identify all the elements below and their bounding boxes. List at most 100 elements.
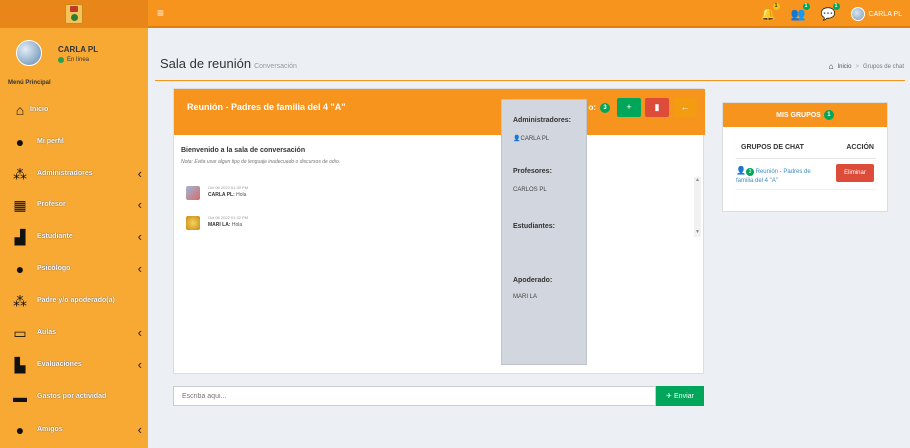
admins-value: CARLA PL — [520, 136, 550, 142]
my-groups-panel: MIS GRUPOS 1 GRUPOS DE CHAT ACCIÓN 👤 3 Re… — [722, 102, 888, 212]
student-icon: ▟ — [14, 229, 26, 245]
sidebar-item-padre-apoderado[interactable]: ⁂ Padre y/o apoderado(a) — [0, 291, 148, 315]
user-menu[interactable]: CARLA PL — [850, 7, 902, 21]
sidebar-item-label: Gastos por actividad — [37, 393, 107, 400]
sidebar-item-estudiante[interactable]: ▟ Estudiante ‹ — [0, 227, 148, 251]
chat-panel: Reunión - Padres de familia del 4 "A" o:… — [173, 88, 705, 374]
sidebar-item-label: Evaluaciones — [37, 361, 82, 368]
chat-message: Oct 06 2022 01:30 PM CARLA PL: Hola — [186, 185, 486, 201]
sidebar-item-label: Administradores — [37, 170, 93, 177]
scroll-down-icon[interactable]: ▼ — [695, 229, 700, 235]
sidebar-item-label: Estudiante — [37, 233, 73, 240]
admins-label: Administradores: — [513, 117, 571, 124]
trash-icon: ▮ — [654, 102, 660, 112]
online-dot-icon — [58, 57, 64, 63]
chevron-left-icon: ‹ — [137, 261, 142, 276]
groups-col-name: GRUPOS DE CHAT — [741, 144, 804, 151]
avatar — [850, 7, 865, 21]
sidebar-item-label: Inicio — [30, 106, 49, 113]
breadcrumb: ⌂ Inicio > Grupos de chat — [829, 62, 904, 71]
sidebar-item-gastos[interactable]: ▬ Gastos por actividad — [0, 387, 148, 411]
sidebar-item-evaluaciones[interactable]: ▙ Evaluaciones ‹ — [0, 355, 148, 379]
add-member-button[interactable]: + — [617, 98, 641, 117]
chat-icon[interactable]: 💬 1 — [821, 3, 840, 21]
requests-badge: 1 — [802, 3, 810, 10]
message-input-row: ✈Enviar — [173, 386, 704, 406]
page-title: Sala de reunión Conversación — [160, 56, 297, 71]
table-divider — [736, 189, 876, 190]
back-button[interactable]: ← — [673, 98, 697, 117]
home-icon: ⌂ — [828, 62, 834, 71]
menu-header: Menú Principal — [8, 80, 51, 86]
chevron-left-icon: ‹ — [137, 357, 142, 372]
guardian-list: MARI LA — [513, 294, 538, 300]
groups-title: MIS GRUPOS — [776, 111, 821, 119]
delete-chat-button[interactable]: ▮ — [645, 98, 669, 117]
message-body: Hola — [236, 192, 247, 198]
delete-group-button[interactable]: Eliminar — [836, 164, 874, 182]
top-navbar: ≡ 🔔 1 👥 1 💬 1 CARLA PL — [0, 0, 910, 28]
professor-icon: ▦ — [13, 197, 27, 213]
sidebar-item-label: Padre y/o apoderado(a) — [37, 297, 115, 304]
sidebar-item-label: Psicólogo — [37, 265, 71, 272]
breadcrumb-home[interactable]: Inicio — [837, 64, 851, 70]
page-subtitle: Conversación — [254, 63, 297, 70]
sidebar-item-label: Mi perfil — [37, 138, 64, 145]
message-text: CARLA PL: Hola — [208, 192, 246, 198]
members-count-badge[interactable]: 3 — [600, 102, 610, 113]
chat-tools: o: 3 + ▮ ← — [588, 98, 697, 117]
breadcrumb-separator: > — [855, 63, 859, 70]
chat-note: Nota: Evita usar algun tipo de lenguaje … — [181, 159, 340, 165]
sidebar-item-label: Profesor — [37, 201, 66, 208]
students-label: Estudiantes: — [513, 223, 556, 230]
app-logo[interactable] — [0, 0, 148, 28]
admins-list: 👤CARLA PL — [513, 135, 549, 142]
home-icon: ⌂ — [15, 102, 25, 118]
breadcrumb-current: Grupos de chat — [862, 63, 904, 70]
online-status: En línea — [58, 57, 89, 63]
school-logo-icon — [65, 4, 83, 24]
chevron-left-icon: ‹ — [137, 229, 142, 244]
chevron-left-icon: ‹ — [137, 422, 142, 437]
avatar — [16, 40, 42, 66]
send-button[interactable]: ✈ Enviar — [656, 386, 704, 406]
sidebar-item-profesor[interactable]: ▦ Profesor ‹ — [0, 195, 148, 219]
chevron-left-icon: ‹ — [137, 325, 142, 340]
teachers-list: CARLOS PL — [513, 187, 547, 193]
users-group-icon: ⁂ — [13, 166, 27, 182]
group-link[interactable]: 👤 3 Reunión - Padres de familia del 4 "A" — [736, 166, 826, 186]
message-input[interactable] — [173, 386, 656, 406]
groups-col-action: ACCIÓN — [846, 144, 874, 151]
bell-icon[interactable]: 🔔 1 — [761, 3, 780, 21]
sidebar-item-administradores[interactable]: ⁂ Administradores ‹ — [0, 164, 148, 188]
users-icon[interactable]: 👥 1 — [791, 3, 810, 21]
arrow-left-icon: ← — [680, 102, 690, 112]
messages-badge: 1 — [832, 3, 840, 10]
groups-header: MIS GRUPOS 1 — [723, 103, 887, 127]
group-icon: 👤 — [736, 166, 746, 175]
scroll-up-icon[interactable]: ▲ — [695, 177, 700, 183]
title-divider — [155, 80, 905, 81]
table-divider — [736, 158, 876, 159]
add-user-icon: + — [626, 102, 632, 112]
teachers-label: Profesores: — [513, 168, 552, 175]
group-count-badge: 3 — [745, 168, 754, 176]
parents-icon: ⁂ — [13, 293, 27, 309]
chat-scrollbar[interactable]: ▲ ▼ — [694, 177, 701, 237]
page-title-text: Sala de reunión — [160, 56, 252, 71]
sidebar-item-inicio[interactable]: ⌂ Inicio — [0, 100, 148, 124]
message-time: Oct 06 2022 01:32 PM — [208, 215, 249, 220]
sidebar-item-psicologo[interactable]: ● Psicólogo ‹ — [0, 259, 148, 283]
chat-tools-label: o: — [588, 103, 596, 112]
sidebar-item-label: Amigos — [37, 426, 63, 433]
psychologist-icon: ● — [15, 261, 25, 277]
sidebar-item-label: Aulas — [37, 329, 57, 336]
menu-toggle-icon[interactable]: ≡ — [157, 7, 167, 19]
friends-icon: ● — [15, 422, 25, 438]
sidebar-item-aulas[interactable]: ▭ Aulas ‹ — [0, 323, 148, 347]
sidebar-item-mi-perfil[interactable]: ● Mi perfil — [0, 132, 148, 156]
sidebar-user-name: CARLA PL — [58, 45, 99, 54]
sidebar-item-amigos[interactable]: ● Amigos ‹ — [0, 420, 148, 444]
chat-header: Reunión - Padres de familia del 4 "A" o:… — [174, 89, 705, 135]
welcome-text: Bienvenido a la sala de conversación — [181, 147, 306, 154]
